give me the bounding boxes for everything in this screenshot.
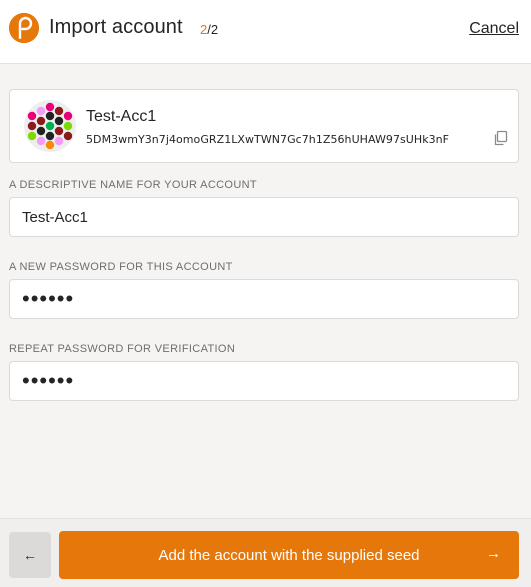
header: Import account 2/2 Cancel <box>0 0 531 64</box>
repeat-password-label: Repeat password for verification <box>9 343 236 355</box>
repeat-password-value: •••••• <box>22 368 75 393</box>
submit-label: Add the account with the supplied seed <box>158 546 420 564</box>
account-name-input[interactable]: Test-Acc1 <box>9 197 519 237</box>
name-label: A descriptive name for your account <box>9 179 257 191</box>
account-address: 5DM3wmY3n7j4omoGRZ1LXwTWN7Gc7h1Z56hUHAW9… <box>86 133 450 146</box>
arrow-right-icon: → <box>486 545 501 562</box>
cancel-link[interactable]: Cancel <box>469 20 519 38</box>
footer: ← Add the account with the supplied seed… <box>0 518 531 587</box>
step-total: /2 <box>207 22 219 37</box>
account-name-value: Test-Acc1 <box>22 208 88 226</box>
password-label: A new password for this account <box>9 261 233 273</box>
back-button[interactable]: ← <box>9 532 51 578</box>
polkadot-logo-icon <box>9 13 39 43</box>
page-title: Import account <box>49 16 183 38</box>
password-value: •••••• <box>22 286 75 311</box>
account-name: Test-Acc1 <box>86 108 157 125</box>
account-card: Test-Acc1 5DM3wmY3n7j4omoGRZ1LXwTWN7Gc7h… <box>9 89 519 163</box>
copy-icon[interactable] <box>493 130 509 146</box>
step-indicator: 2/2 <box>200 22 218 37</box>
add-account-button[interactable]: Add the account with the supplied seed → <box>59 531 519 579</box>
account-identicon-icon <box>24 100 76 152</box>
arrow-left-icon: ← <box>23 547 37 563</box>
repeat-password-input[interactable]: •••••• <box>9 361 519 401</box>
password-input[interactable]: •••••• <box>9 279 519 319</box>
